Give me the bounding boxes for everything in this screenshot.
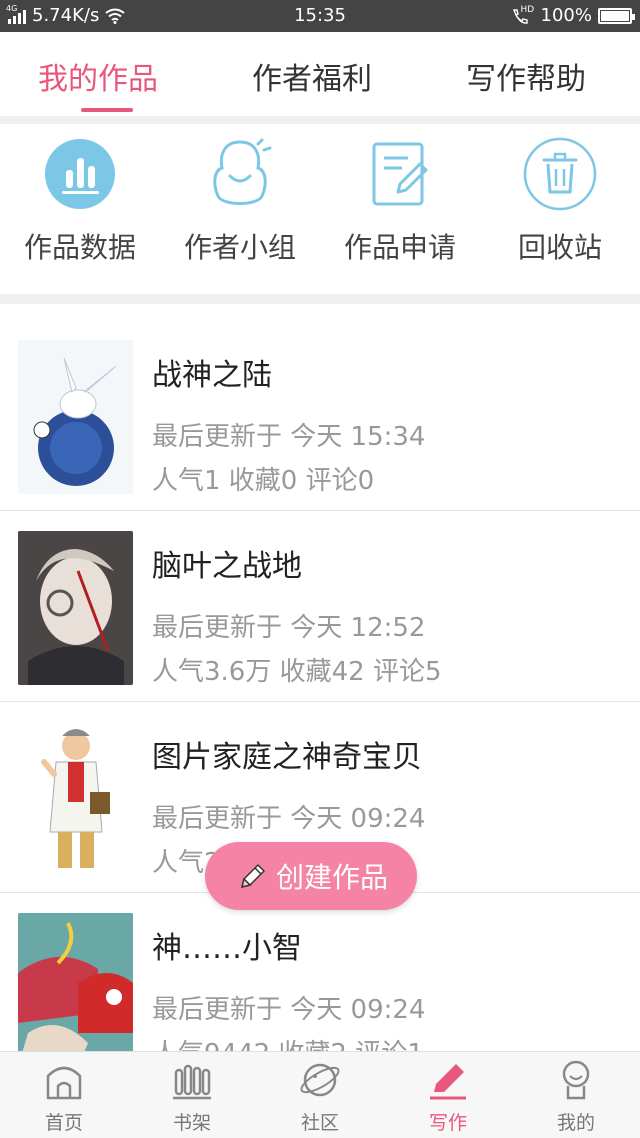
active-tab-indicator bbox=[81, 108, 133, 112]
bar-chart-icon bbox=[45, 139, 115, 209]
top-tabs: 我的作品 作者福利 写作帮助 bbox=[0, 32, 640, 116]
work-title: 战神之陆 bbox=[152, 358, 272, 393]
bookshelf-icon bbox=[173, 1064, 211, 1100]
nav-home[interactable]: 首页 bbox=[0, 1058, 128, 1135]
nav-write-label: 写作 bbox=[428, 1112, 467, 1134]
tab-writing-help[interactable]: 写作帮助 bbox=[466, 54, 586, 98]
author-group-button[interactable]: 作者小组 bbox=[160, 136, 320, 266]
nav-home-label: 首页 bbox=[44, 1112, 83, 1134]
bottom-nav: 首页 书架 社区 写作 我的 bbox=[0, 1051, 640, 1138]
work-updated: 最后更新于 今天 12:52 bbox=[152, 613, 426, 643]
work-updated: 最后更新于 今天 15:34 bbox=[152, 422, 426, 452]
work-cover bbox=[18, 722, 133, 876]
pencil-icon bbox=[240, 864, 265, 889]
edit-document-icon bbox=[372, 142, 428, 206]
divider bbox=[0, 116, 640, 124]
nav-community[interactable]: 社区 bbox=[256, 1058, 384, 1135]
work-title: 图片家庭之神奇宝贝 bbox=[152, 740, 422, 775]
create-work-button[interactable]: 创建作品 bbox=[205, 842, 417, 910]
work-stats: 人气3.6万 收藏42 评论5 bbox=[152, 657, 442, 687]
work-title: 脑叶之战地 bbox=[152, 549, 302, 584]
hd-label: HD bbox=[520, 4, 535, 15]
work-stats: 人气1 收藏0 评论0 bbox=[152, 466, 375, 496]
nav-bookshelf[interactable]: 书架 bbox=[128, 1058, 256, 1135]
nav-profile-label: 我的 bbox=[556, 1112, 595, 1134]
works-application-button[interactable]: 作品申请 bbox=[320, 136, 480, 266]
work-updated: 最后更新于 今天 09:24 bbox=[152, 995, 426, 1025]
create-work-label: 创建作品 bbox=[275, 861, 388, 894]
nav-write[interactable]: 写作 bbox=[384, 1058, 512, 1135]
work-item[interactable]: 战神之陆 最后更新于 今天 15:34 人气1 收藏0 评论0 bbox=[0, 320, 640, 511]
work-title: 神……小智 bbox=[152, 931, 302, 966]
planet-icon bbox=[300, 1063, 340, 1097]
works-application-label: 作品申请 bbox=[343, 231, 456, 264]
work-updated: 最后更新于 今天 09:24 bbox=[152, 804, 426, 834]
work-cover bbox=[18, 340, 133, 494]
work-item[interactable]: 脑叶之战地 最后更新于 今天 12:52 人气3.6万 收藏42 评论5 bbox=[0, 511, 640, 702]
home-icon bbox=[46, 1066, 82, 1100]
nav-community-label: 社区 bbox=[300, 1112, 339, 1134]
tab-author-benefits[interactable]: 作者福利 bbox=[252, 54, 372, 98]
nav-bookshelf-label: 书架 bbox=[172, 1112, 211, 1134]
nav-profile[interactable]: 我的 bbox=[512, 1058, 640, 1135]
works-data-label: 作品数据 bbox=[23, 231, 136, 264]
recycle-bin-label: 回收站 bbox=[517, 231, 602, 264]
work-cover bbox=[18, 913, 133, 1067]
profile-icon bbox=[562, 1060, 590, 1100]
trash-icon bbox=[523, 137, 597, 211]
divider bbox=[0, 294, 640, 304]
status-bar: 4G 5.74K/s 15:35 HD 100% bbox=[0, 0, 640, 32]
hd-call-icon: HD bbox=[511, 4, 535, 25]
work-cover bbox=[18, 531, 133, 685]
recycle-bin-button[interactable]: 回收站 bbox=[480, 136, 640, 266]
quick-actions: 作品数据 作者小组 作品申请 回收站 bbox=[0, 124, 640, 294]
group-icon bbox=[213, 138, 272, 205]
battery-percent: 100% bbox=[540, 5, 592, 26]
pen-icon bbox=[430, 1064, 466, 1100]
author-group-label: 作者小组 bbox=[183, 231, 296, 264]
tab-my-works[interactable]: 我的作品 bbox=[38, 54, 158, 98]
works-data-button[interactable]: 作品数据 bbox=[0, 136, 160, 266]
battery-icon bbox=[598, 7, 635, 24]
